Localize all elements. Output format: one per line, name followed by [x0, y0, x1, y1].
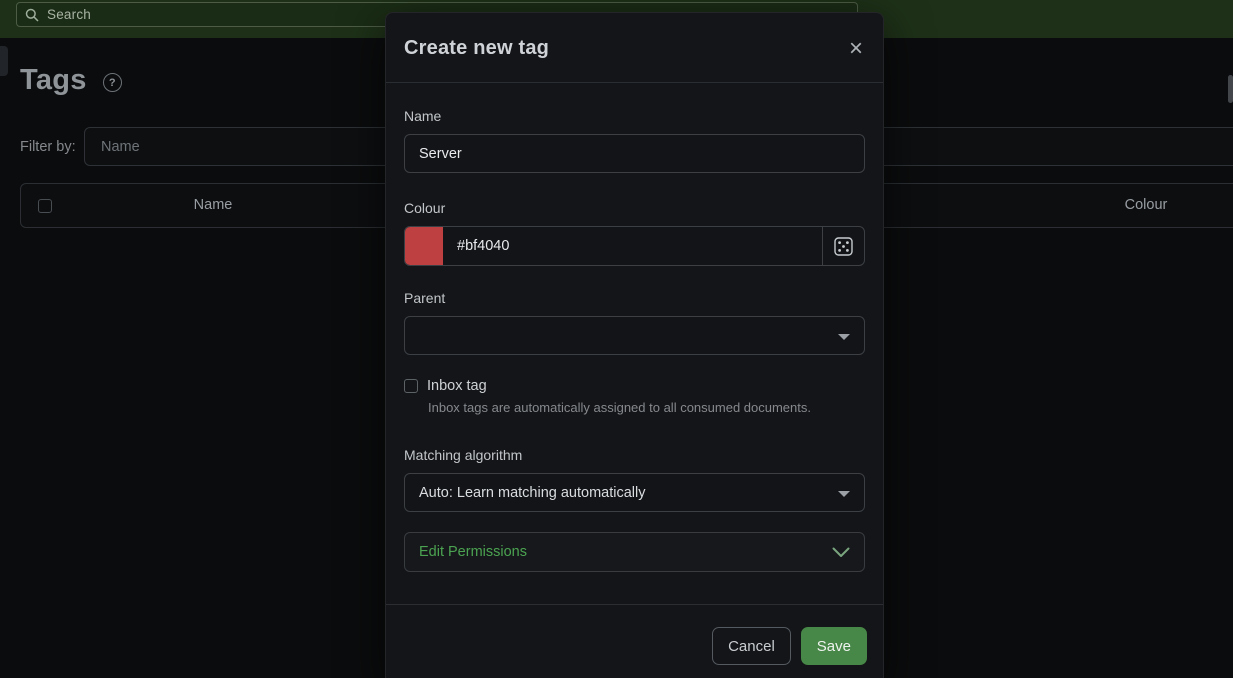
modal-footer: Cancel Save: [386, 604, 883, 678]
modal-title: Create new tag: [404, 37, 549, 60]
page-heading-row: Tags ?: [20, 64, 122, 97]
sidebar-edge-notch: [0, 46, 8, 76]
name-label: Name: [404, 108, 865, 124]
parent-label: Parent: [404, 290, 865, 306]
search-placeholder: Search: [47, 7, 91, 22]
name-input[interactable]: [404, 134, 865, 173]
random-colour-button[interactable]: [822, 227, 864, 265]
vertical-scrollbar-thumb[interactable]: [1228, 75, 1233, 103]
column-header-colour[interactable]: Colour: [1125, 197, 1168, 213]
edit-permissions-accordion[interactable]: Edit Permissions: [404, 532, 865, 572]
filter-by-label: Filter by:: [20, 139, 76, 155]
matching-algorithm-select[interactable]: Auto: Learn matching automatically: [404, 473, 865, 512]
matching-field-group: Matching algorithm Auto: Learn matching …: [404, 447, 865, 512]
inbox-tag-group: Inbox tag Inbox tags are automatically a…: [404, 378, 865, 415]
parent-select[interactable]: [404, 316, 865, 355]
matching-algorithm-value: Auto: Learn matching automatically: [419, 485, 646, 501]
search-icon: [25, 8, 39, 22]
inbox-tag-hint: Inbox tags are automatically assigned to…: [428, 400, 865, 415]
edit-permissions-label: Edit Permissions: [419, 544, 527, 560]
colour-label: Colour: [404, 200, 865, 216]
inbox-tag-label: Inbox tag: [427, 378, 487, 394]
name-field-group: Name: [404, 108, 865, 173]
modal-body: Name Colour: [386, 83, 883, 572]
column-header-name[interactable]: Name: [194, 197, 233, 213]
page-title: Tags: [20, 64, 87, 97]
create-tag-modal: Create new tag × Name Colour: [385, 12, 884, 678]
save-button[interactable]: Save: [801, 627, 867, 665]
help-icon[interactable]: ?: [103, 73, 122, 92]
dice-icon: [834, 237, 853, 256]
chevron-down-icon: [838, 334, 850, 340]
app-window: Search Tags ? Filter by: Name Name Colou…: [0, 0, 1233, 678]
chevron-down-icon: [832, 547, 850, 558]
inbox-tag-checkbox[interactable]: [404, 379, 418, 393]
chevron-down-icon: [838, 491, 850, 497]
colour-hex-input[interactable]: [443, 227, 822, 265]
filter-name-placeholder: Name: [101, 139, 140, 155]
colour-field-group: Colour: [404, 200, 865, 266]
parent-field-group: Parent: [404, 290, 865, 355]
matching-algorithm-label: Matching algorithm: [404, 447, 865, 463]
select-all-checkbox[interactable]: [38, 199, 52, 213]
cancel-button[interactable]: Cancel: [712, 627, 791, 665]
colour-swatch: [405, 227, 443, 265]
modal-header: Create new tag ×: [386, 13, 883, 83]
colour-input-group: [404, 226, 865, 266]
close-icon[interactable]: ×: [849, 40, 863, 58]
inbox-tag-row: Inbox tag: [404, 378, 865, 394]
